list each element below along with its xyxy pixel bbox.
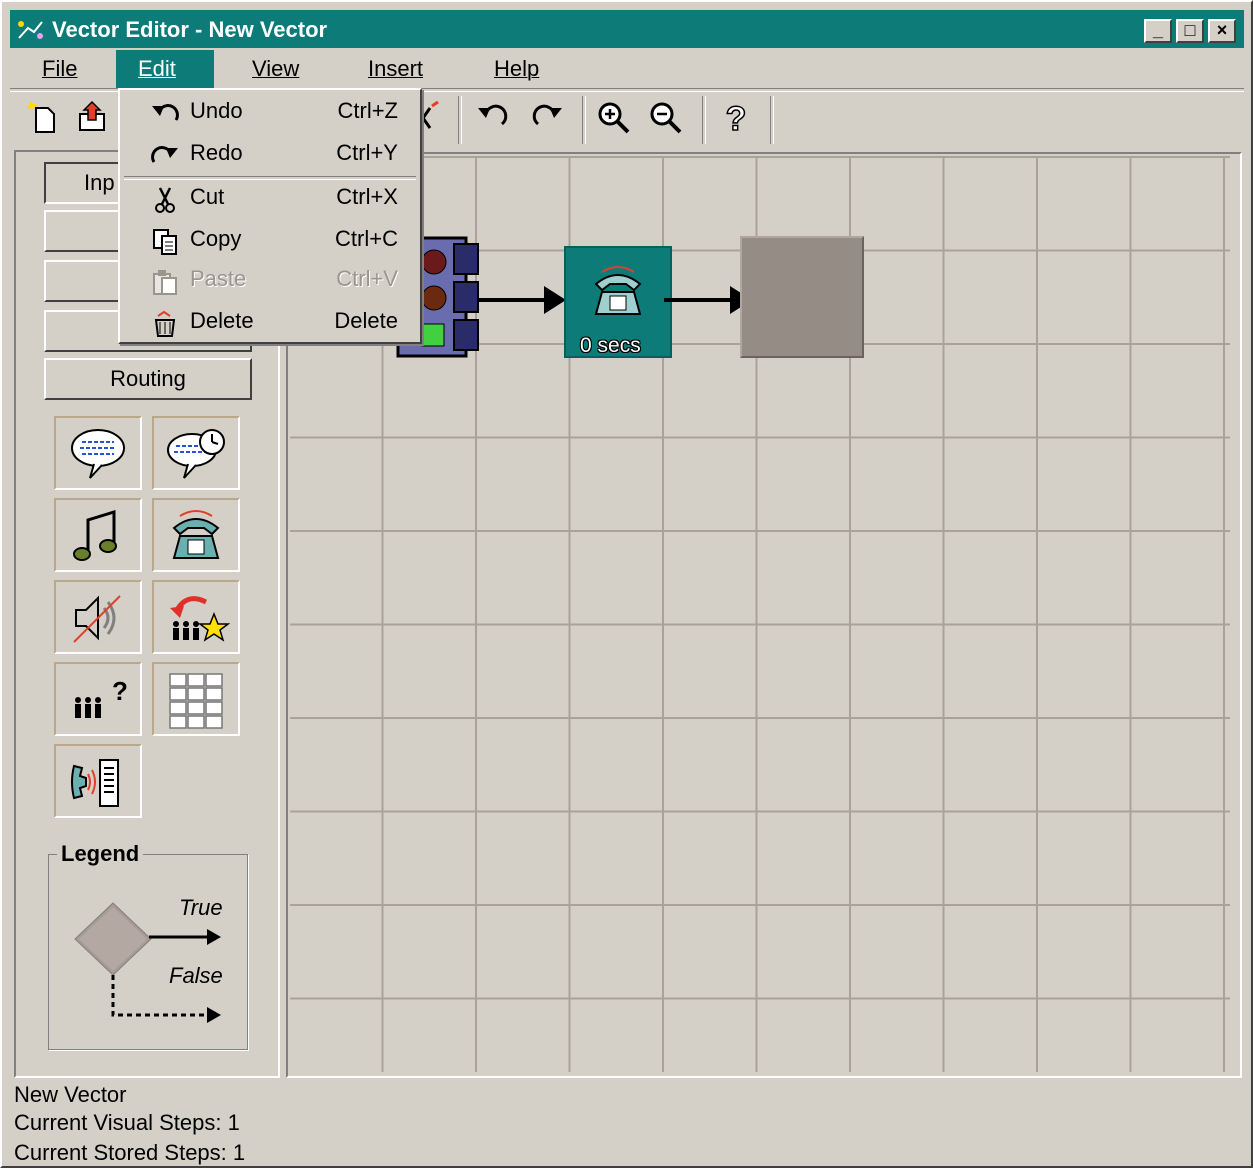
menu-edit[interactable]: Edit: [116, 50, 214, 88]
flow-arrow: [478, 286, 566, 314]
menu-item-label: Delete: [190, 308, 254, 333]
menu-item-copy[interactable]: Copy Ctrl+C: [120, 222, 420, 260]
menu-item-shortcut: Ctrl+C: [335, 226, 398, 251]
redo-icon: [151, 146, 178, 163]
silence-icon: [73, 595, 121, 643]
title-bar[interactable]: Vector Editor - New Vector _ □ ×: [10, 10, 1244, 48]
copy-icon: [153, 229, 177, 255]
queue-query-icon: ?: [75, 676, 128, 718]
undo-icon: [152, 104, 179, 121]
menu-item-undo[interactable]: Undo Ctrl+Z: [120, 94, 420, 132]
announcement-icon: [71, 429, 125, 479]
svg-text:?: ?: [112, 676, 128, 706]
silence-step[interactable]: [54, 580, 142, 654]
help-icon[interactable]: ?: [716, 98, 756, 138]
toolbar-separator: [458, 96, 462, 144]
menu-item-label: Redo: [190, 140, 243, 165]
vector-name-status: New Vector: [14, 1082, 127, 1107]
menu-item-shortcut: Ctrl+V: [336, 266, 398, 291]
edit-menu-dropdown: Undo Ctrl+Z Redo Ctrl+Y Cut Ctrl+X Copy …: [118, 88, 422, 344]
svg-text:?: ?: [726, 100, 747, 138]
app-icon: [18, 21, 43, 39]
legend-box: Legend True False: [48, 841, 248, 1050]
menu-bar: File Edit View Insert Help: [10, 50, 1244, 88]
menu-item-shortcut: Ctrl+X: [336, 184, 398, 209]
route-to-skill-icon: [170, 596, 230, 642]
scissors-icon: [155, 187, 175, 213]
menu-item-label: Paste: [190, 266, 247, 291]
open-icon[interactable]: [74, 98, 114, 138]
legend-true-label: True: [179, 895, 223, 920]
menu-item-shortcut: Ctrl+Z: [337, 98, 399, 123]
trash-icon: [154, 310, 176, 337]
window-title: Vector Editor - New Vector: [52, 17, 328, 42]
stored-steps-status: Current Stored Steps: 1: [14, 1140, 246, 1165]
announcement-step[interactable]: [54, 416, 142, 490]
keypad-icon: [169, 673, 223, 729]
legend-diagram: [74, 902, 221, 1023]
menu-file[interactable]: File: [28, 50, 91, 88]
menu-item-label: Cut: [190, 184, 225, 209]
phone-device-step[interactable]: [54, 744, 142, 818]
menu-help[interactable]: Help: [480, 50, 553, 88]
timed-announcement-icon: [167, 429, 225, 479]
menu-view[interactable]: View: [238, 50, 313, 88]
keypad-step[interactable]: [152, 662, 240, 736]
route-to-skill-step[interactable]: [152, 580, 240, 654]
phone-step[interactable]: [152, 498, 240, 572]
menu-item-shortcut: Delete: [334, 308, 398, 333]
wait-phone-node[interactable]: 0 secs: [564, 246, 672, 358]
phone-icon: [594, 266, 642, 315]
redo-icon[interactable]: [528, 98, 568, 138]
undo-icon[interactable]: [472, 98, 512, 138]
menu-item-shortcut: Ctrl+Y: [336, 140, 398, 165]
legend-false-label: False: [169, 963, 223, 988]
menu-item-delete[interactable]: Delete Delete: [120, 304, 420, 342]
zoom-out-icon[interactable]: [646, 98, 686, 138]
menu-item-cut[interactable]: Cut Ctrl+X: [120, 180, 420, 218]
queue-query-step[interactable]: ?: [54, 662, 142, 736]
zoom-in-icon[interactable]: [594, 98, 634, 138]
minimize-button[interactable]: _: [1144, 19, 1172, 43]
menu-item-paste[interactable]: Paste Ctrl+V: [120, 262, 420, 300]
category-routing-button[interactable]: Routing: [44, 358, 252, 400]
phone-device-icon: [71, 759, 119, 807]
wait-duration-label: 0 secs: [580, 334, 641, 357]
menu-item-label: Undo: [190, 98, 243, 123]
maximize-button[interactable]: □: [1176, 19, 1204, 43]
music-step[interactable]: [54, 498, 142, 572]
paste-icon: [153, 270, 177, 295]
phone-icon: [172, 510, 220, 559]
menu-insert[interactable]: Insert: [354, 50, 437, 88]
vector-canvas[interactable]: 0 secs: [286, 152, 1242, 1078]
toolbar-separator: [582, 96, 586, 144]
menu-item-redo[interactable]: Redo Ctrl+Y: [120, 136, 420, 174]
visual-steps-status: Current Visual Steps: 1: [14, 1110, 240, 1135]
toolbar-separator: [702, 96, 706, 144]
vector-editor-window: Vector Editor - New Vector _ □ × File Ed…: [0, 0, 1253, 1168]
music-icon: [73, 509, 117, 561]
timed-announcement-step[interactable]: [152, 416, 240, 490]
menu-item-label: Copy: [190, 226, 242, 251]
empty-step-node[interactable]: [740, 236, 864, 358]
close-button[interactable]: ×: [1208, 19, 1236, 43]
toolbar-separator: [770, 96, 774, 144]
new-icon[interactable]: [24, 98, 64, 138]
